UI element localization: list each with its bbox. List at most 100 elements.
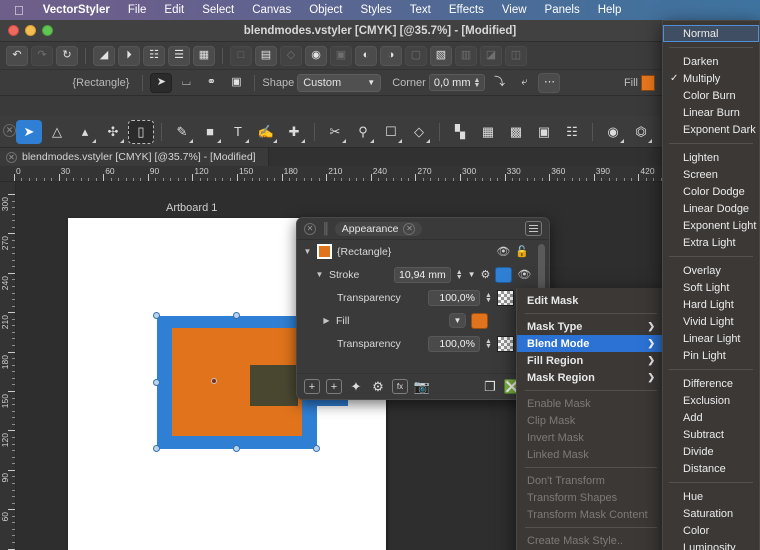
clone-icon[interactable]: ☷	[559, 120, 585, 144]
selection-handle[interactable]	[153, 312, 160, 319]
flag-icon[interactable]: ⏵	[118, 46, 140, 66]
blend-mode-item[interactable]: Exclusion	[663, 392, 759, 409]
document-tab-close-icon[interactable]: ✕	[6, 152, 17, 163]
lasso-select-button[interactable]: ⚭	[200, 73, 222, 93]
menu-item-help[interactable]: Help	[589, 0, 631, 20]
blend-mode-item[interactable]: Linear Light	[663, 330, 759, 347]
blend-mode-item[interactable]: Lighten	[663, 149, 759, 166]
ellipsis-icon[interactable]: ⋯	[538, 73, 560, 93]
path-merge-icon[interactable]: ◑	[380, 46, 402, 66]
corner-input[interactable]: 0,0 mm ▲▼	[429, 74, 486, 91]
selection-handle[interactable]	[233, 312, 240, 319]
menu-item-styles[interactable]: Styles	[351, 0, 400, 20]
context-menu-item[interactable]: Fill Region❯	[517, 352, 665, 369]
selection-handle[interactable]	[153, 445, 160, 452]
blend-mode-item[interactable]: Hard Light	[663, 296, 759, 313]
arrange-icon[interactable]: ☰	[168, 46, 190, 66]
corner-round-icon[interactable]: ⤵	[488, 73, 510, 93]
stroke-width-value[interactable]: 10,94 mm	[394, 267, 451, 283]
marquee-select-button[interactable]: ⌴	[175, 73, 197, 93]
blend-mode-item[interactable]: Exponent Dark	[663, 121, 759, 138]
disclosure-triangle-icon[interactable]: ▼	[303, 247, 312, 256]
fill-type-dropdown[interactable]: ▼	[449, 313, 466, 328]
stroke-visibility-icon[interactable]: 👁	[517, 268, 531, 281]
blend-mode-item[interactable]: Saturation	[663, 505, 759, 522]
pattern-icon[interactable]: ▩	[503, 120, 529, 144]
lasso-select-icon[interactable]: ▴	[72, 120, 98, 144]
node-transform-icon[interactable]: ✣	[100, 120, 126, 144]
appearance-row-stroke[interactable]: ▼ Stroke 10,94 mm ▲▼ ▼ ⚙ 👁	[297, 263, 549, 286]
corner-concave-icon[interactable]: ⤶	[513, 73, 535, 93]
menu-item-view[interactable]: View	[493, 0, 536, 20]
free-transform-icon[interactable]: ☐	[378, 120, 404, 144]
align-left-icon[interactable]: ◢	[93, 46, 115, 66]
appearance-tab-close-icon[interactable]: ✕	[403, 223, 415, 235]
mask-context-menu[interactable]: Edit MaskMask Type❯Blend Mode❯Fill Regio…	[516, 288, 666, 550]
appearance-tab[interactable]: Appearance ✕	[335, 222, 423, 236]
selection-handle[interactable]	[153, 379, 160, 386]
stroke-transparency-stepper[interactable]: ▲▼	[485, 293, 492, 303]
blend-mode-item[interactable]: Divide	[663, 443, 759, 460]
undo-icon[interactable]: ↶	[6, 46, 28, 66]
blend-mode-item[interactable]: Add	[663, 409, 759, 426]
corner-stepper[interactable]: ▲▼	[474, 78, 481, 88]
mesh-icon[interactable]: ◇	[406, 120, 432, 144]
fill-disclosure-icon[interactable]: ▶	[322, 316, 331, 325]
fill-transparency-chip[interactable]	[497, 336, 514, 352]
pin-icon[interactable]: ⚲	[350, 120, 376, 144]
text-icon[interactable]: T	[225, 120, 251, 144]
fill-color-swatch[interactable]	[641, 75, 655, 91]
menu-item-object[interactable]: Object	[300, 0, 351, 20]
lock-open-icon[interactable]: 🔓	[515, 245, 529, 258]
blend-mode-item[interactable]: Screen	[663, 166, 759, 183]
blend-mode-item[interactable]: Difference	[663, 375, 759, 392]
select-tool-button[interactable]: ➤	[150, 73, 172, 93]
menu-item-file[interactable]: File	[119, 0, 156, 20]
menu-item-vectorstyler[interactable]: VectorStyler	[34, 0, 119, 20]
visibility-eye-icon[interactable]: 👁	[496, 245, 510, 258]
blend-mode-item[interactable]: Darken	[663, 53, 759, 70]
appearance-row-object[interactable]: ▼ {Rectangle} 👁 🔓	[297, 240, 549, 263]
select-arrow-icon[interactable]: ➤	[16, 120, 42, 144]
blend-mode-submenu[interactable]: NormalDarken✓MultiplyColor BurnLinear Bu…	[662, 20, 760, 550]
menu-item-canvas[interactable]: Canvas	[243, 0, 300, 20]
camera-icon[interactable]: 📷	[414, 379, 430, 394]
knife-icon[interactable]: ✚	[281, 120, 307, 144]
blend-mode-item[interactable]: Hue	[663, 488, 759, 505]
blend-mode-item[interactable]: Color	[663, 522, 759, 539]
context-menu-item[interactable]: Mask Type❯	[517, 318, 665, 335]
brush-icon[interactable]: ✍	[253, 120, 279, 144]
document-tab[interactable]: ✕ blendmodes.vstyler [CMYK] [@35.7%] - […	[0, 148, 269, 166]
selection-handle[interactable]	[313, 445, 320, 452]
crop-icon[interactable]: ⏣	[628, 120, 654, 144]
object-color-chip[interactable]	[317, 244, 332, 259]
blend-mode-item[interactable]: Exponent Light	[663, 217, 759, 234]
context-menu-item[interactable]: Mask Region❯	[517, 369, 665, 386]
blend-mode-item[interactable]: Pin Light	[663, 347, 759, 364]
menu-item-text[interactable]: Text	[401, 0, 440, 20]
marquee-icon[interactable]: ▯	[128, 120, 154, 144]
fill-transparency-stepper[interactable]: ▲▼	[485, 339, 492, 349]
horizontal-ruler[interactable]: 0306090120150180210240270300330360390420	[0, 166, 760, 182]
path-outline-icon[interactable]: ▧	[430, 46, 452, 66]
blend-mode-item[interactable]: Color Burn	[663, 87, 759, 104]
selection-handle[interactable]	[233, 445, 240, 452]
stroke-settings-icon[interactable]: ⚙	[481, 268, 491, 281]
boolean-exclude-icon[interactable]: ◉	[305, 46, 327, 66]
fx-icon[interactable]: fx	[392, 379, 408, 394]
duplicate-icon[interactable]: ❐	[482, 379, 498, 394]
path-divide-icon[interactable]: ▣	[330, 46, 352, 66]
boolean-unite-icon[interactable]: □	[230, 46, 252, 66]
fill-color-chip[interactable]	[471, 313, 488, 329]
effect-icon[interactable]: ✦	[348, 379, 364, 394]
settings-icon[interactable]: ⚙	[370, 379, 386, 394]
frame-icon[interactable]: ▣	[531, 120, 557, 144]
blend-mode-item[interactable]: Soft Light	[663, 279, 759, 296]
blend-mode-item[interactable]: Distance	[663, 460, 759, 477]
appearance-row-stroke-transparency[interactable]: Transparency 100,0% ▲▼	[297, 286, 549, 309]
menu-item-effects[interactable]: Effects	[440, 0, 493, 20]
blend-mode-item[interactable]: Vivid Light	[663, 313, 759, 330]
path-crop-icon[interactable]: ▢	[405, 46, 427, 66]
grid-icon[interactable]: ▦	[475, 120, 501, 144]
shape-select[interactable]: Custom ▼	[297, 74, 381, 92]
